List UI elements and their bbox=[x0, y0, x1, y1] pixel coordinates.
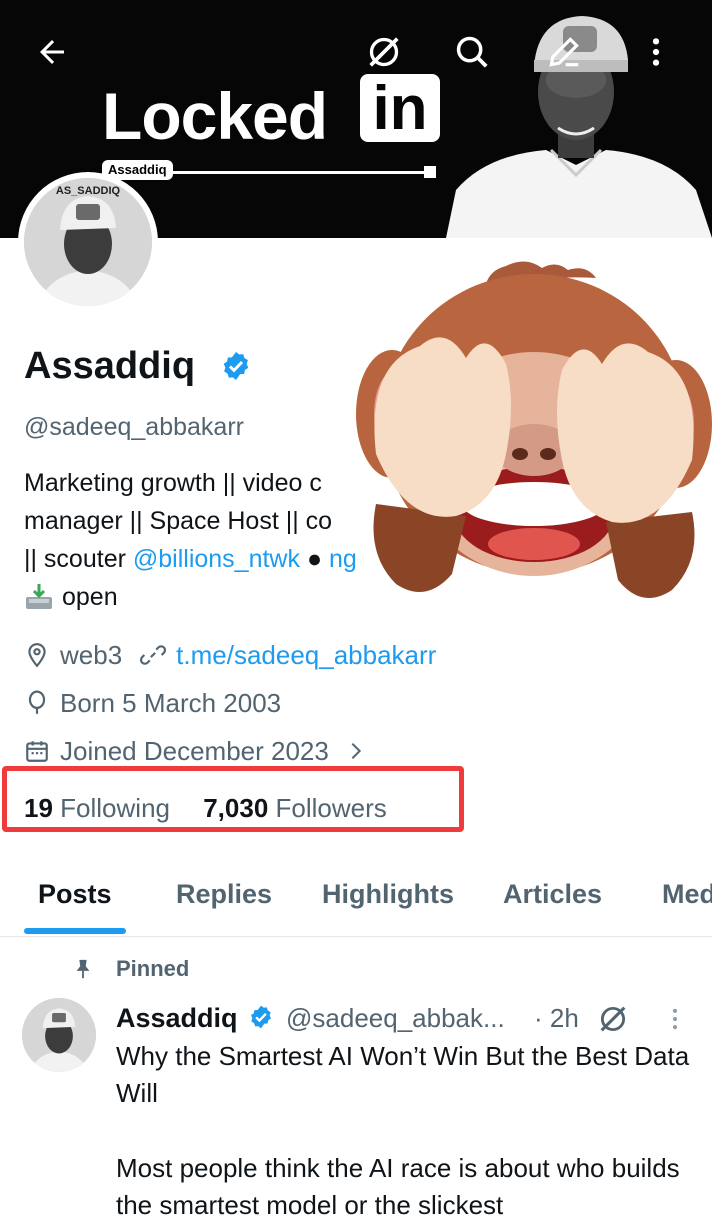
post-more-icon[interactable] bbox=[662, 1004, 688, 1034]
post-author-handle[interactable]: @sadeeq_abbak... bbox=[286, 1000, 505, 1036]
profile-joined: Joined December 2023 bbox=[60, 736, 329, 766]
active-tab-indicator bbox=[24, 928, 126, 934]
bio-text: open bbox=[62, 583, 118, 611]
banner-line bbox=[170, 171, 430, 174]
profile-meta-joined[interactable]: Joined December 2023 bbox=[24, 733, 367, 769]
back-arrow-icon[interactable] bbox=[28, 28, 76, 76]
verified-badge-icon bbox=[251, 1005, 271, 1029]
profile-tabs: Posts Replies Highlights Articles Med bbox=[0, 858, 712, 937]
profile-website-link[interactable]: t.me/sadeeq_abbakarr bbox=[176, 637, 436, 673]
bio-mention-link[interactable]: @billions_ntwk bbox=[133, 545, 300, 573]
post-title: Why the Smartest AI Won’t Win But the Be… bbox=[116, 1041, 690, 1108]
link-icon bbox=[140, 645, 167, 665]
post-author-name[interactable]: Assaddiq bbox=[116, 1000, 238, 1036]
pin-icon bbox=[76, 959, 90, 979]
profile-born: Born 5 March 2003 bbox=[60, 688, 282, 718]
post-author-avatar[interactable] bbox=[22, 998, 96, 1072]
search-icon[interactable] bbox=[448, 28, 496, 76]
avatar-image: AS_SADDIQ bbox=[24, 178, 152, 306]
tab-media[interactable]: Med bbox=[662, 876, 712, 912]
tab-highlights[interactable]: Highlights bbox=[322, 876, 454, 912]
annotation-highlight-box bbox=[2, 766, 464, 832]
profile-handle: @sadeeq_abbakarr bbox=[24, 413, 244, 441]
bio-link[interactable]: ng bbox=[329, 545, 357, 573]
post-timestamp[interactable]: · 2h bbox=[534, 1000, 579, 1036]
calendar-icon bbox=[26, 741, 48, 762]
grok-icon[interactable] bbox=[360, 28, 408, 76]
bio-text: ● bbox=[300, 545, 329, 573]
inbox-tray-icon bbox=[26, 584, 52, 609]
pinned-label: Pinned bbox=[116, 956, 190, 981]
profile-avatar[interactable]: AS_SADDIQ bbox=[18, 172, 158, 312]
grok-icon[interactable] bbox=[596, 1002, 630, 1036]
avatar-caption: AS_SADDIQ bbox=[56, 185, 121, 197]
tab-replies[interactable]: Replies bbox=[176, 876, 272, 912]
verified-badge-icon bbox=[223, 352, 249, 380]
more-vertical-icon[interactable] bbox=[632, 28, 680, 76]
tab-articles[interactable]: Articles bbox=[503, 876, 602, 912]
balloon-icon bbox=[28, 690, 46, 714]
profile-name: Assaddiq bbox=[24, 345, 196, 387]
post-avatar-image bbox=[22, 998, 96, 1072]
edit-icon[interactable] bbox=[540, 28, 588, 76]
banner-in-logo: in bbox=[360, 74, 440, 143]
banner-dot bbox=[424, 166, 436, 178]
tab-posts[interactable]: Posts bbox=[38, 876, 112, 912]
chevron-right-icon bbox=[351, 742, 361, 760]
banner-title: Locked bbox=[102, 79, 328, 153]
bio-text: || scouter bbox=[24, 545, 133, 573]
location-pin-icon bbox=[28, 643, 46, 668]
post-body: Most people think the AI race is about w… bbox=[116, 1153, 680, 1220]
profile-meta-born: Born 5 March 2003 bbox=[24, 685, 281, 721]
see-no-evil-monkey-sticker bbox=[356, 261, 712, 598]
profile-meta-location-website: web3 t.me/sadeeq_abbakarr bbox=[24, 637, 436, 673]
profile-location: web3 bbox=[60, 640, 123, 670]
